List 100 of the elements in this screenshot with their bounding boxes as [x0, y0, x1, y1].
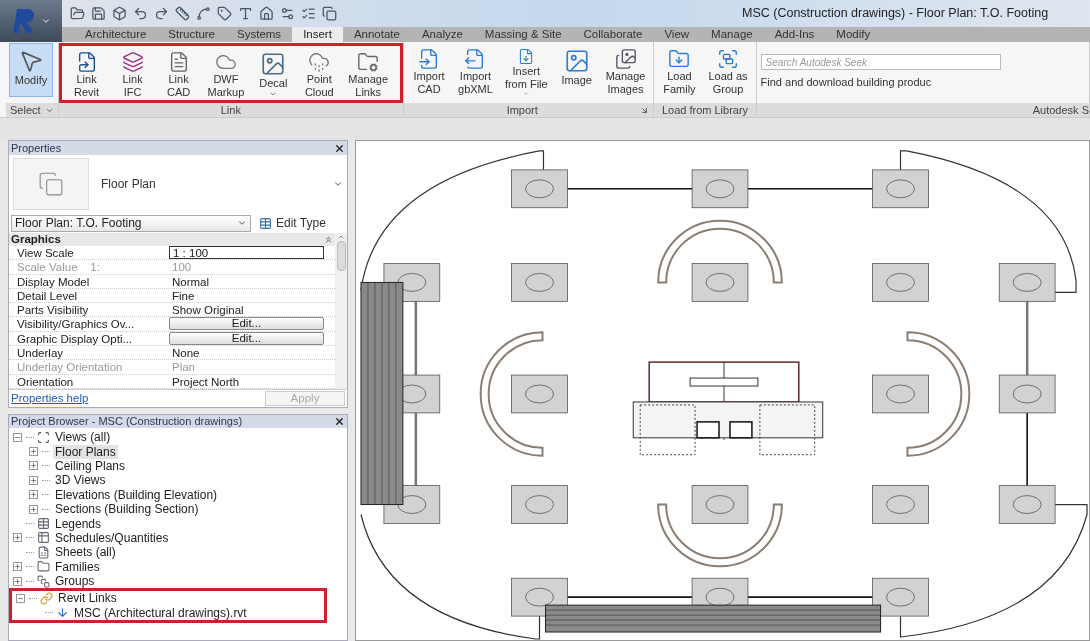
ribbon-button[interactable]: Manage Images [600, 43, 651, 97]
scrollbar[interactable] [335, 233, 347, 389]
ribbon-button[interactable]: Modify [9, 43, 53, 97]
group-header: Graphics [11, 231, 61, 247]
plus-icon [14, 534, 21, 542]
close-icon[interactable] [334, 142, 345, 154]
property-value: Normal [171, 274, 210, 288]
save-icon[interactable] [91, 6, 106, 21]
edit-button[interactable]: Edit... [169, 331, 324, 345]
ribbon-button[interactable]: Insert from File [499, 43, 553, 97]
dropdown-icon [237, 218, 247, 228]
tree-item[interactable]: Floor Plans [53, 444, 118, 459]
edit-type-button[interactable]: Edit Type [259, 214, 326, 232]
tree-item[interactable]: Views (all) [53, 430, 113, 445]
expander[interactable] [29, 461, 38, 471]
table-icon [259, 216, 272, 230]
ribbon-button[interactable]: Point Cloud [297, 46, 342, 100]
ruler-icon[interactable] [175, 6, 190, 21]
expander[interactable] [16, 593, 25, 603]
house-icon[interactable] [259, 6, 274, 21]
property-value: Fine [171, 288, 195, 303]
property-name: Scale Value 1: [16, 260, 101, 274]
ribbon-button[interactable]: Image [554, 43, 599, 97]
property-name: Parts Visibility [16, 303, 90, 317]
floor-plan-drawing[interactable] [355, 140, 1090, 641]
ribbon-button[interactable]: Link IFC [110, 46, 155, 100]
expander[interactable] [29, 447, 38, 457]
dimension-icon[interactable] [196, 6, 211, 21]
dialog-launcher-icon[interactable] [640, 105, 650, 115]
ribbon-tab[interactable]: Insert [292, 27, 343, 42]
tree-item[interactable]: Legends [53, 516, 104, 531]
plus-icon [30, 476, 37, 484]
expander[interactable] [29, 504, 38, 514]
ribbon-tab[interactable]: Architecture [74, 27, 158, 42]
tree-item[interactable]: Groups [53, 574, 97, 589]
expander[interactable] [29, 490, 38, 500]
plus-icon [30, 491, 37, 499]
settings-icon[interactable] [280, 6, 295, 21]
ribbon-button[interactable]: Link Revit [64, 46, 109, 100]
tag-icon[interactable] [217, 6, 232, 21]
ribbon-tab[interactable]: Analyze [410, 27, 474, 42]
plus-icon [30, 462, 37, 470]
tree-item[interactable]: Families [53, 559, 102, 574]
tree-item[interactable]: Elevations (Building Elevation) [53, 487, 220, 502]
expander[interactable] [13, 562, 22, 572]
property-value: Project North [171, 374, 240, 388]
search-field[interactable]: Search Autodesk Seek [760, 54, 1001, 71]
scroll-up-icon[interactable] [337, 233, 345, 241]
expander[interactable] [13, 576, 22, 586]
panel-label: Import [505, 103, 539, 117]
ribbon-button[interactable]: Link CAD [156, 46, 201, 100]
redo-icon[interactable] [154, 6, 169, 21]
ribbon-tab[interactable]: Systems [226, 27, 293, 42]
tree-item[interactable]: Ceiling Plans [53, 458, 128, 473]
ribbon-tab[interactable]: Massing & Site [473, 27, 573, 42]
list-icon[interactable] [301, 6, 316, 21]
expander[interactable] [13, 533, 22, 543]
property-value: Plan [171, 360, 196, 374]
tree-item[interactable]: Sheets (all) [53, 545, 118, 560]
expander[interactable] [29, 475, 38, 485]
group-icon [37, 574, 50, 588]
undo-icon[interactable] [133, 6, 148, 21]
scrollbar-thumb[interactable] [336, 241, 346, 271]
ribbon-button[interactable]: Load as Group [703, 43, 753, 97]
ribbon-tab[interactable]: View [653, 27, 701, 42]
collapse-icon[interactable] [324, 235, 333, 244]
type-name[interactable]: Floor Plan [101, 175, 321, 193]
text-icon[interactable] [238, 6, 253, 21]
windows-icon[interactable] [322, 6, 337, 21]
cube-icon[interactable] [112, 6, 127, 21]
folder-icon[interactable] [70, 6, 85, 21]
ribbon-button[interactable]: DWF Markup [202, 46, 250, 100]
tree-item[interactable]: Sections (Building Section) [53, 502, 201, 517]
ribbon-button[interactable]: Import gbXML [453, 43, 498, 97]
image-icon [260, 51, 287, 77]
ribbon-tab[interactable]: Modify [825, 27, 882, 42]
ribbon-tab[interactable]: Manage [700, 27, 764, 42]
ribbon-tab[interactable]: Annotate [342, 27, 411, 42]
dropdown-icon[interactable] [333, 179, 343, 189]
ribbon-button[interactable]: Decal [251, 46, 296, 100]
ribbon-button[interactable]: Import CAD [407, 43, 452, 97]
property-name: Underlay [16, 346, 65, 360]
ribbon-tab[interactable]: Structure [157, 27, 227, 42]
help-link[interactable]: Properties help [11, 389, 89, 408]
ribbon-button[interactable]: Manage Links [343, 46, 394, 100]
tree-item[interactable]: Revit Links [56, 591, 119, 606]
ribbon-tab[interactable]: Add-Ins [763, 27, 826, 42]
tree-item[interactable]: 3D Views [53, 473, 108, 488]
ribbon-button[interactable]: Load Family [657, 43, 702, 97]
edit-button[interactable]: Edit... [169, 317, 324, 331]
tree-item[interactable]: MSC (Architectural drawings).rvt [72, 605, 249, 620]
ribbon-tab[interactable]: Collaborate [572, 27, 654, 42]
instance-dropdown[interactable]: Floor Plan: T.O. Footing [11, 214, 251, 232]
tree-item[interactable]: Schedules/Quantities [53, 530, 171, 545]
app-logo-icon [11, 7, 37, 35]
seek-description: Find and download building produc [760, 75, 933, 91]
expander[interactable] [13, 432, 22, 442]
property-value-field[interactable]: 1 : 100 [169, 246, 324, 260]
property-value: Show Original [171, 303, 244, 317]
close-icon[interactable] [334, 415, 345, 427]
